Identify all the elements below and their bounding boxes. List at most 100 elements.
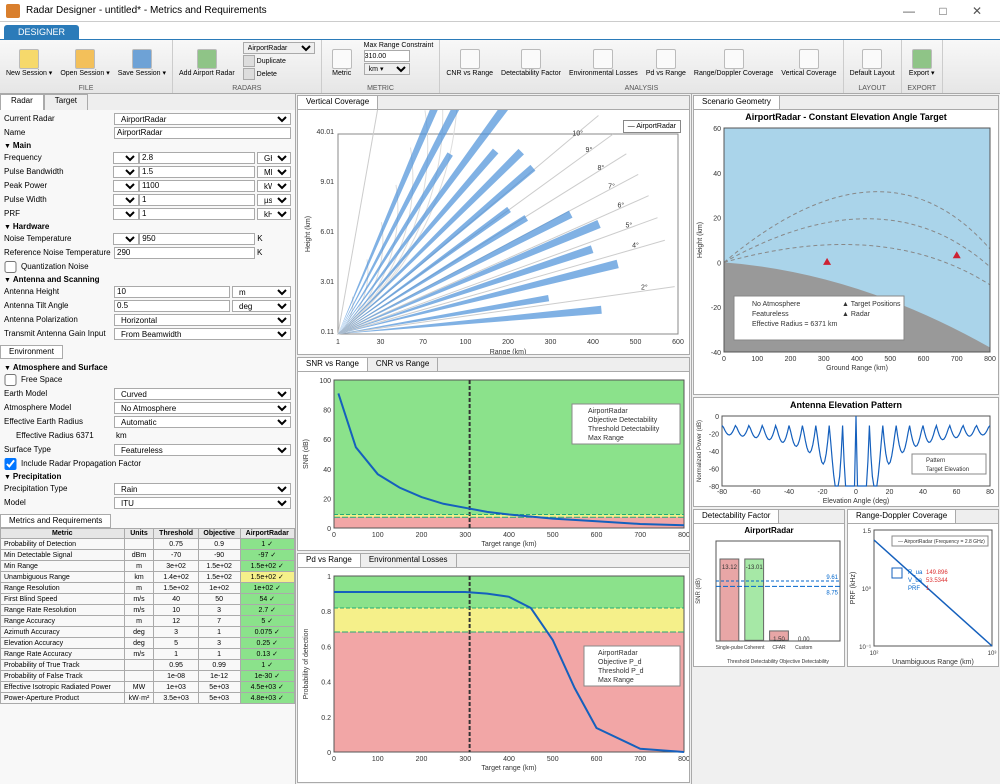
svg-text:No Atmosphere: No Atmosphere: [752, 301, 800, 308]
svg-text:0: 0: [327, 526, 331, 533]
svg-text:PRF (kHz): PRF (kHz): [850, 572, 857, 605]
svg-text:700: 700: [951, 356, 963, 363]
maximize-button[interactable]: □: [926, 1, 960, 21]
svg-text:60: 60: [713, 126, 721, 133]
svg-text:7°: 7°: [608, 182, 615, 190]
svg-text:Objective Detectability: Objective Detectability: [588, 417, 658, 424]
radar-select[interactable]: AirportRadar: [243, 42, 315, 54]
metrics-table: MetricUnitsThresholdObjectiveAirportRada…: [0, 528, 295, 704]
svg-text:Featureless: Featureless: [752, 311, 789, 318]
svg-text:-40: -40: [709, 449, 719, 456]
window-title: Radar Designer - untitled* - Metrics and…: [26, 5, 267, 16]
svg-text:100: 100: [319, 378, 331, 385]
svg-text:100: 100: [372, 756, 384, 763]
detectability-chart: Detectability Factor AirportRadar 13.12-…: [693, 509, 845, 667]
svg-text:Coherent: Coherent: [744, 645, 765, 651]
svg-text:400: 400: [851, 356, 863, 363]
svg-text:AirportRadar: AirportRadar: [598, 650, 638, 657]
add-radar-button[interactable]: Add Airport Radar: [175, 41, 239, 85]
svg-text:Range (km): Range (km): [490, 349, 527, 354]
svg-text:800: 800: [678, 756, 690, 763]
svg-text:0: 0: [332, 756, 336, 763]
svg-text:▲ Target Positions: ▲ Target Positions: [842, 301, 901, 308]
svg-text:500: 500: [630, 339, 642, 346]
svg-text:0.11: 0.11: [321, 329, 334, 336]
save-session-button[interactable]: Save Session ▾: [114, 41, 170, 85]
svg-text:80: 80: [323, 408, 331, 415]
svg-text:200: 200: [502, 339, 514, 346]
svg-text:6°: 6°: [618, 202, 625, 210]
svg-text:SNR (dB): SNR (dB): [303, 439, 310, 469]
svg-text:10³: 10³: [988, 651, 997, 657]
rangedop-button[interactable]: Range/Doppler Coverage: [690, 41, 777, 85]
svg-text:70: 70: [419, 339, 427, 346]
metric-button[interactable]: Metric: [324, 41, 360, 85]
svg-text:600: 600: [591, 532, 603, 539]
svg-text:0: 0: [722, 356, 726, 363]
snr-chart: SNR vs Range CNR vs Range 02040608010001…: [297, 357, 690, 551]
svg-text:Objective P_d: Objective P_d: [598, 659, 642, 666]
tab-target[interactable]: Target: [44, 94, 88, 110]
svg-text:Threshold Detectability: Threshold Detectability: [588, 426, 660, 433]
title-bar: Radar Designer - untitled* - Metrics and…: [0, 0, 1000, 22]
new-session-button[interactable]: New Session ▾: [2, 41, 56, 85]
svg-text:-13.01: -13.01: [746, 565, 764, 571]
max-range-input[interactable]: [364, 50, 410, 62]
svg-text:9°: 9°: [586, 146, 593, 154]
svg-text:40: 40: [323, 467, 331, 474]
svg-text:8.75: 8.75: [826, 590, 838, 596]
duplicate-button[interactable]: Duplicate: [257, 58, 286, 65]
svg-text:0.00: 0.00: [798, 637, 810, 643]
close-button[interactable]: ✕: [960, 1, 994, 21]
svg-text:600: 600: [591, 756, 603, 763]
svg-text:300: 300: [545, 339, 557, 346]
svg-text:400: 400: [503, 532, 515, 539]
cnr-button[interactable]: CNR vs Range: [442, 41, 497, 85]
vertical-button[interactable]: Vertical Coverage: [777, 41, 840, 85]
svg-text:200: 200: [416, 756, 428, 763]
svg-text:Effective Radius = 6371 km: Effective Radius = 6371 km: [752, 321, 837, 328]
svg-text:Elevation Angle (deg): Elevation Angle (deg): [823, 498, 890, 505]
detect-button[interactable]: Detectability Factor: [497, 41, 565, 85]
pd-button[interactable]: Pd vs Range: [642, 41, 690, 85]
app-icon: [6, 4, 20, 18]
svg-text:0.4: 0.4: [321, 680, 331, 687]
svg-text:PRF: PRF: [908, 586, 920, 592]
svg-text:60: 60: [323, 437, 331, 444]
minimize-button[interactable]: —: [892, 1, 926, 21]
svg-text:8°: 8°: [598, 164, 605, 172]
svg-text:80: 80: [986, 489, 994, 496]
antenna-chart: Antenna Elevation Pattern -80-60-40-2002…: [693, 397, 999, 507]
tab-radar[interactable]: Radar: [0, 94, 44, 110]
svg-text:1.50: 1.50: [773, 637, 785, 643]
svg-text:400: 400: [587, 339, 599, 346]
svg-text:Normalized Power (dB): Normalized Power (dB): [697, 420, 703, 482]
svg-text:CFAR: CFAR: [772, 645, 786, 651]
svg-text:0.2: 0.2: [321, 715, 331, 722]
tab-designer[interactable]: DESIGNER: [4, 25, 79, 39]
open-session-button[interactable]: Open Session ▾: [56, 41, 113, 85]
svg-text:100: 100: [751, 356, 763, 363]
svg-text:Unambiguous Range (km): Unambiguous Range (km): [892, 659, 974, 666]
svg-text:13.12: 13.12: [722, 565, 738, 571]
svg-text:0: 0: [715, 414, 719, 421]
svg-text:100: 100: [460, 339, 472, 346]
svg-text:-60: -60: [750, 489, 760, 496]
svg-text:60: 60: [953, 489, 961, 496]
svg-text:Target Elevation: Target Elevation: [926, 467, 969, 473]
svg-text:-80: -80: [709, 484, 719, 491]
svg-text:20: 20: [886, 489, 894, 496]
svg-text:500: 500: [547, 756, 559, 763]
tab-environment[interactable]: Environment: [0, 345, 63, 359]
metric-unit-select[interactable]: km ▾: [364, 63, 410, 75]
svg-text:800: 800: [678, 532, 690, 539]
export-button[interactable]: Export ▾: [904, 41, 940, 85]
svg-text:0.8: 0.8: [321, 609, 331, 616]
delete-button[interactable]: Delete: [257, 71, 277, 78]
svg-text:0: 0: [717, 260, 721, 267]
svg-text:9.61: 9.61: [826, 575, 838, 581]
env-button[interactable]: Environmental Losses: [565, 41, 642, 85]
default-layout-button[interactable]: Default Layout: [846, 41, 899, 85]
tab-metrics[interactable]: Metrics and Requirements: [0, 514, 111, 528]
svg-text:V_ua: V_ua: [908, 578, 923, 584]
